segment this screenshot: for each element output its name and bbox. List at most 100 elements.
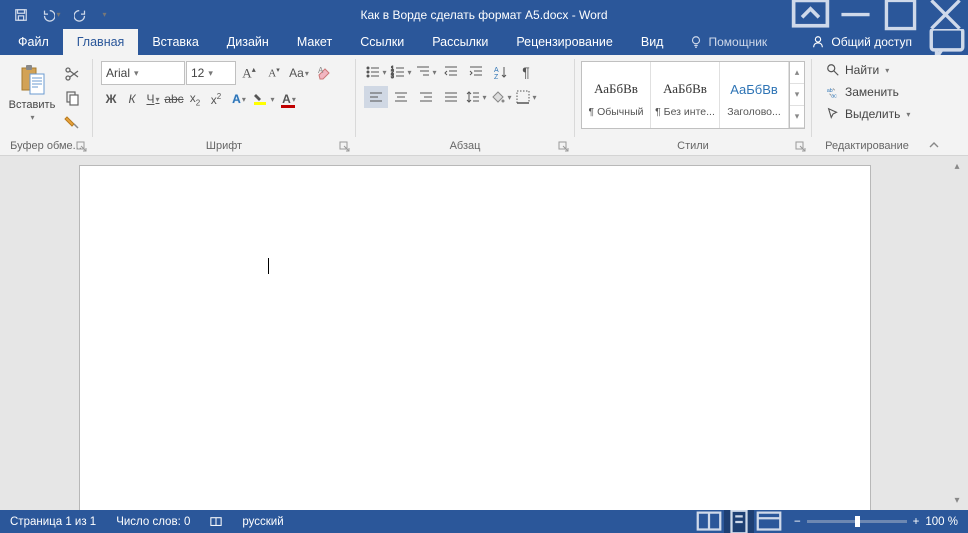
line-spacing-button[interactable]: ▾ [464, 86, 488, 108]
styles-gallery[interactable]: АаБбВв¶ Обычный АаБбВв¶ Без инте... АаБб… [581, 61, 805, 129]
select-button[interactable]: Выделить▾ [820, 103, 916, 125]
undo-button[interactable]: ▾ [36, 0, 66, 29]
format-painter-button[interactable] [60, 111, 84, 133]
eraser-icon: A [316, 65, 332, 81]
dialog-launcher-icon[interactable] [76, 141, 88, 153]
tab-insert[interactable]: Вставка [138, 29, 212, 55]
tab-home[interactable]: Главная [63, 29, 139, 55]
increase-indent-button[interactable] [464, 61, 488, 83]
zoom-level[interactable]: 100 % [925, 516, 958, 528]
font-color-button[interactable]: A▾ [277, 88, 301, 110]
dialog-launcher-icon[interactable] [339, 141, 351, 153]
bullets-button[interactable]: ▾ [364, 61, 388, 83]
chevron-down-icon: ▾ [30, 113, 34, 122]
vertical-scrollbar[interactable]: ▴ ▾ [948, 158, 966, 508]
font-size-combo[interactable]: 12▾ [186, 61, 236, 85]
highlighter-icon [253, 91, 269, 107]
dialog-launcher-icon[interactable] [795, 141, 807, 153]
change-case-button[interactable]: Aa▾ [287, 62, 311, 84]
quick-access-toolbar: ▾ ▾ [0, 0, 112, 29]
align-left-button[interactable] [364, 86, 388, 108]
tab-design[interactable]: Дизайн [213, 29, 283, 55]
web-layout-icon [754, 507, 784, 533]
close-button[interactable] [923, 0, 968, 29]
cut-button[interactable] [60, 63, 84, 85]
styles-gallery-more[interactable]: ▴▾▾ [789, 62, 804, 128]
indent-icon [468, 64, 484, 80]
bold-button[interactable]: Ж [101, 88, 121, 110]
style-normal[interactable]: АаБбВв¶ Обычный [582, 62, 651, 128]
align-center-button[interactable] [389, 86, 413, 108]
title-bar: ▾ ▾ Как в Ворде сделать формат A5.docx -… [0, 0, 968, 29]
maximize-button[interactable] [878, 0, 923, 29]
print-layout-icon [724, 507, 754, 533]
text-effects-button[interactable]: A▾ [227, 88, 251, 110]
tab-view[interactable]: Вид [627, 29, 678, 55]
shading-button[interactable]: ▾ [489, 86, 513, 108]
grow-font-button[interactable]: A▴ [237, 62, 261, 84]
show-marks-button[interactable]: ¶ [514, 61, 538, 83]
save-button[interactable] [6, 0, 36, 29]
outdent-icon [443, 64, 459, 80]
find-button[interactable]: Найти▾ [820, 59, 916, 81]
ribbon-display-options[interactable] [788, 0, 833, 29]
sort-button[interactable]: AZ [489, 61, 513, 83]
paste-icon [15, 61, 49, 97]
multilevel-list-button[interactable]: ▾ [414, 61, 438, 83]
subscript-button[interactable]: x2 [185, 88, 205, 110]
minimize-button[interactable] [833, 0, 878, 29]
qat-dropdown[interactable]: ▾ [96, 0, 112, 29]
tab-layout[interactable]: Макет [283, 29, 346, 55]
underline-button[interactable]: Ч▾ [143, 88, 163, 110]
share-label: Общий доступ [831, 35, 912, 49]
zoom-slider[interactable] [807, 520, 907, 523]
justify-button[interactable] [439, 86, 463, 108]
align-right-button[interactable] [414, 86, 438, 108]
collapse-ribbon-button[interactable] [922, 55, 946, 155]
redo-button[interactable] [66, 0, 96, 29]
style-no-spacing[interactable]: АаБбВв¶ Без инте... [651, 62, 720, 128]
strikethrough-button[interactable]: abc [164, 88, 184, 110]
scroll-up-button[interactable]: ▴ [948, 158, 966, 174]
tab-file[interactable]: Файл [4, 29, 63, 55]
tab-mailings[interactable]: Рассылки [418, 29, 502, 55]
window-controls [788, 0, 968, 29]
superscript-button[interactable]: x2 [206, 88, 226, 110]
bucket-icon [490, 89, 506, 105]
tell-me[interactable]: Помощник [677, 29, 779, 55]
web-layout-button[interactable] [754, 510, 784, 533]
italic-button[interactable]: К [122, 88, 142, 110]
spellcheck-button[interactable] [200, 510, 232, 533]
zoom-in-button[interactable]: + [913, 516, 920, 528]
svg-text:Z: Z [494, 74, 499, 80]
tab-references[interactable]: Ссылки [346, 29, 418, 55]
copy-button[interactable] [60, 87, 84, 109]
word-count[interactable]: Число слов: 0 [106, 510, 200, 533]
borders-button[interactable]: ▾ [514, 86, 538, 108]
font-group-label: Шрифт [206, 140, 242, 152]
document-area: ▴ ▾ [0, 156, 968, 510]
shrink-font-button[interactable]: A▾ [262, 62, 286, 84]
page-indicator[interactable]: Страница 1 из 1 [0, 510, 106, 533]
zoom-out-button[interactable]: − [794, 516, 801, 528]
decrease-indent-button[interactable] [439, 61, 463, 83]
highlight-button[interactable]: ▾ [252, 88, 276, 110]
replace-button[interactable]: abacЗаменить [820, 81, 916, 103]
font-name-combo[interactable]: Arial▾ [101, 61, 185, 85]
svg-text:A: A [318, 66, 324, 75]
read-mode-button[interactable] [694, 510, 724, 533]
paste-button[interactable]: Вставить ▾ [8, 61, 56, 122]
clear-formatting-button[interactable]: A [312, 62, 336, 84]
sort-icon: AZ [493, 64, 509, 80]
dialog-launcher-icon[interactable] [558, 141, 570, 153]
page[interactable] [80, 166, 870, 510]
style-heading1[interactable]: АаБбВвЗаголово... [720, 62, 789, 128]
align-left-icon [368, 89, 384, 105]
print-layout-button[interactable] [724, 510, 754, 533]
tab-review[interactable]: Рецензирование [502, 29, 627, 55]
numbering-button[interactable]: 123▾ [389, 61, 413, 83]
scissors-icon [64, 66, 80, 82]
ribbon: Вставить ▾ Буфер обме... Arial▾ 12▾ A▴ A [0, 55, 968, 156]
language-indicator[interactable]: русский [232, 510, 293, 533]
scroll-down-button[interactable]: ▾ [948, 492, 966, 508]
